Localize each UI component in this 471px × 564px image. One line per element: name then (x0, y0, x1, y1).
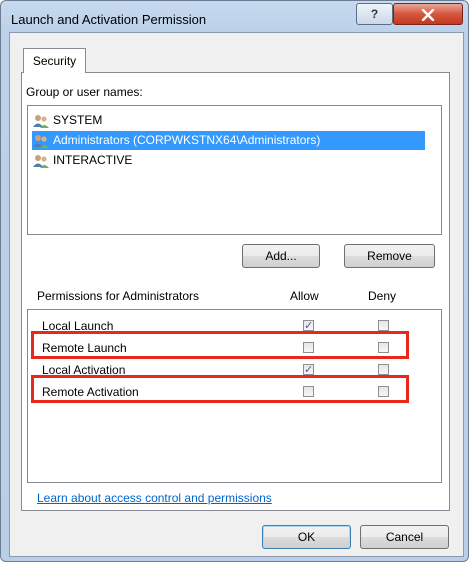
remove-button[interactable]: Remove (344, 244, 435, 268)
user-name-label: Administrators (CORPWKSTNX64\Administrat… (53, 133, 321, 147)
local-activation-allow-checkbox[interactable]: ✓ (303, 364, 314, 376)
remote-activation-highlight (31, 375, 409, 403)
close-icon (421, 8, 435, 21)
local-activation-deny-checkbox[interactable] (378, 364, 389, 375)
allow-column-header: Allow (290, 289, 319, 303)
deny-column-header: Deny (368, 289, 397, 303)
help-button[interactable]: ? (356, 3, 393, 25)
user-list[interactable]: SYSTEM Administrators (CORPWKSTNX64\Admi… (27, 105, 442, 235)
ok-button[interactable]: OK (262, 525, 351, 549)
dialog-client-area: Security Group or user names: SYSTEM Adm… (9, 32, 464, 557)
users-group-icon (33, 114, 49, 128)
user-name-label: INTERACTIVE (53, 153, 133, 167)
list-item-system[interactable]: SYSTEM (32, 111, 102, 130)
user-name-label: SYSTEM (53, 113, 103, 127)
dialog-window: Launch and Activation Permission ? Secur… (0, 0, 469, 562)
local-launch-deny-checkbox[interactable] (378, 320, 389, 331)
cancel-button[interactable]: Cancel (360, 525, 449, 549)
users-group-icon (33, 154, 49, 168)
close-button[interactable] (393, 3, 463, 25)
users-group-icon (33, 134, 49, 148)
local-launch-allow-checkbox[interactable]: ✓ (303, 320, 314, 332)
window-title: Launch and Activation Permission (11, 12, 207, 27)
group-or-user-names-label: Group or user names: (26, 85, 143, 99)
permissions-title: Permissions for Administrators (37, 289, 200, 303)
list-item-interactive[interactable]: INTERACTIVE (32, 151, 132, 170)
learn-more-link[interactable]: Learn about access control and permissio… (37, 491, 272, 505)
remote-launch-highlight (31, 331, 409, 359)
add-button[interactable]: Add... (242, 244, 320, 268)
tab-security[interactable]: Security (23, 48, 86, 73)
list-item-administrators[interactable]: Administrators (CORPWKSTNX64\Administrat… (32, 131, 425, 150)
